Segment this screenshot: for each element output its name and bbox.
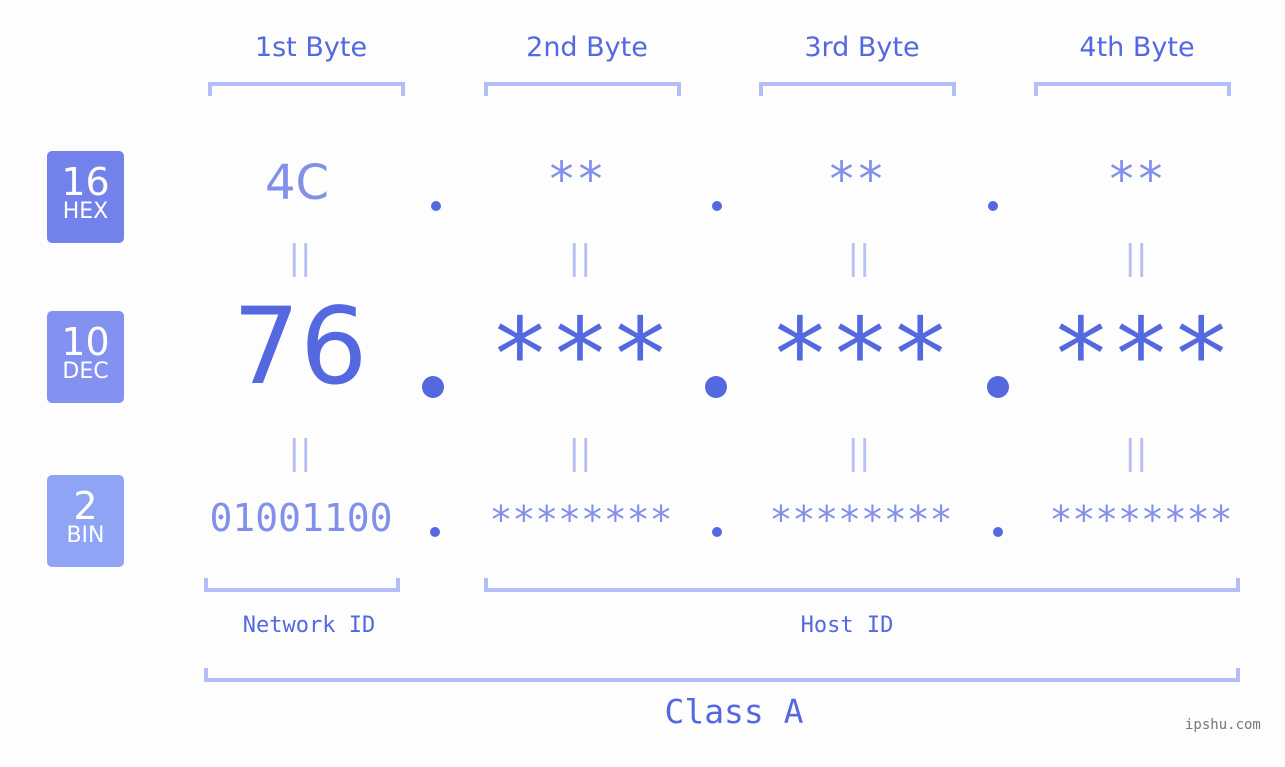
bin-badge-number: 2 [73,484,98,528]
class-bracket [204,668,1240,682]
hex-value-4: ** [1107,152,1165,208]
byte-bracket-4 [1034,82,1231,96]
byte-header-3: 3rd Byte [804,32,920,63]
dec-separator-dot-3 [987,376,1009,398]
equals-dec-bin-4: || [1124,433,1148,473]
dec-badge-number: 10 [61,320,110,364]
equals-hex-dec-4: || [1124,238,1148,278]
dec-value-1: 76 [232,285,368,408]
equals-dec-bin-3: || [847,433,871,473]
bin-separator-dot-1 [430,527,440,537]
byte-header-2: 2nd Byte [526,32,648,63]
network-id-label: Network ID [242,613,376,638]
dec-value-3: *** [769,296,951,413]
host-id-bracket [484,578,1240,592]
hex-value-2: ** [547,152,605,208]
bin-value-1: 01001100 [209,496,393,540]
hex-separator-dot-2 [712,201,722,211]
hex-badge-label: HEX [62,199,109,224]
dec-separator-dot-1 [422,376,444,398]
dec-separator-dot-2 [705,376,727,398]
hex-separator-dot-3 [988,201,998,211]
dec-badge: 10 DEC [47,311,124,403]
host-id-label: Host ID [800,613,894,638]
hex-badge: 16 HEX [47,151,124,243]
equals-dec-bin-2: || [568,433,592,473]
byte-bracket-1 [208,82,405,96]
dec-value-2: *** [489,296,671,413]
bin-separator-dot-3 [993,527,1003,537]
watermark: ipshu.com [1185,717,1261,733]
byte-bracket-3 [759,82,956,96]
bin-separator-dot-2 [712,527,722,537]
byte-header-1: 1st Byte [254,32,368,63]
bin-value-2: ******** [489,498,673,542]
hex-separator-dot-1 [431,201,441,211]
hex-badge-number: 16 [61,160,110,204]
bin-value-3: ******** [769,498,953,542]
bin-badge: 2 BIN [47,475,124,567]
bin-value-4: ******** [1049,498,1233,542]
byte-header-4: 4th Byte [1079,32,1195,63]
equals-hex-dec-1: || [288,238,312,278]
network-id-bracket [204,578,400,592]
equals-hex-dec-2: || [568,238,592,278]
equals-hex-dec-3: || [847,238,871,278]
dec-badge-label: DEC [62,359,109,384]
dec-value-4: *** [1050,296,1232,413]
hex-value-3: ** [827,152,885,208]
ip-class-label: Class A [664,692,804,731]
equals-dec-bin-1: || [288,433,312,473]
byte-bracket-2 [484,82,681,96]
bin-badge-label: BIN [66,523,105,548]
hex-value-1: 4C [264,155,330,211]
